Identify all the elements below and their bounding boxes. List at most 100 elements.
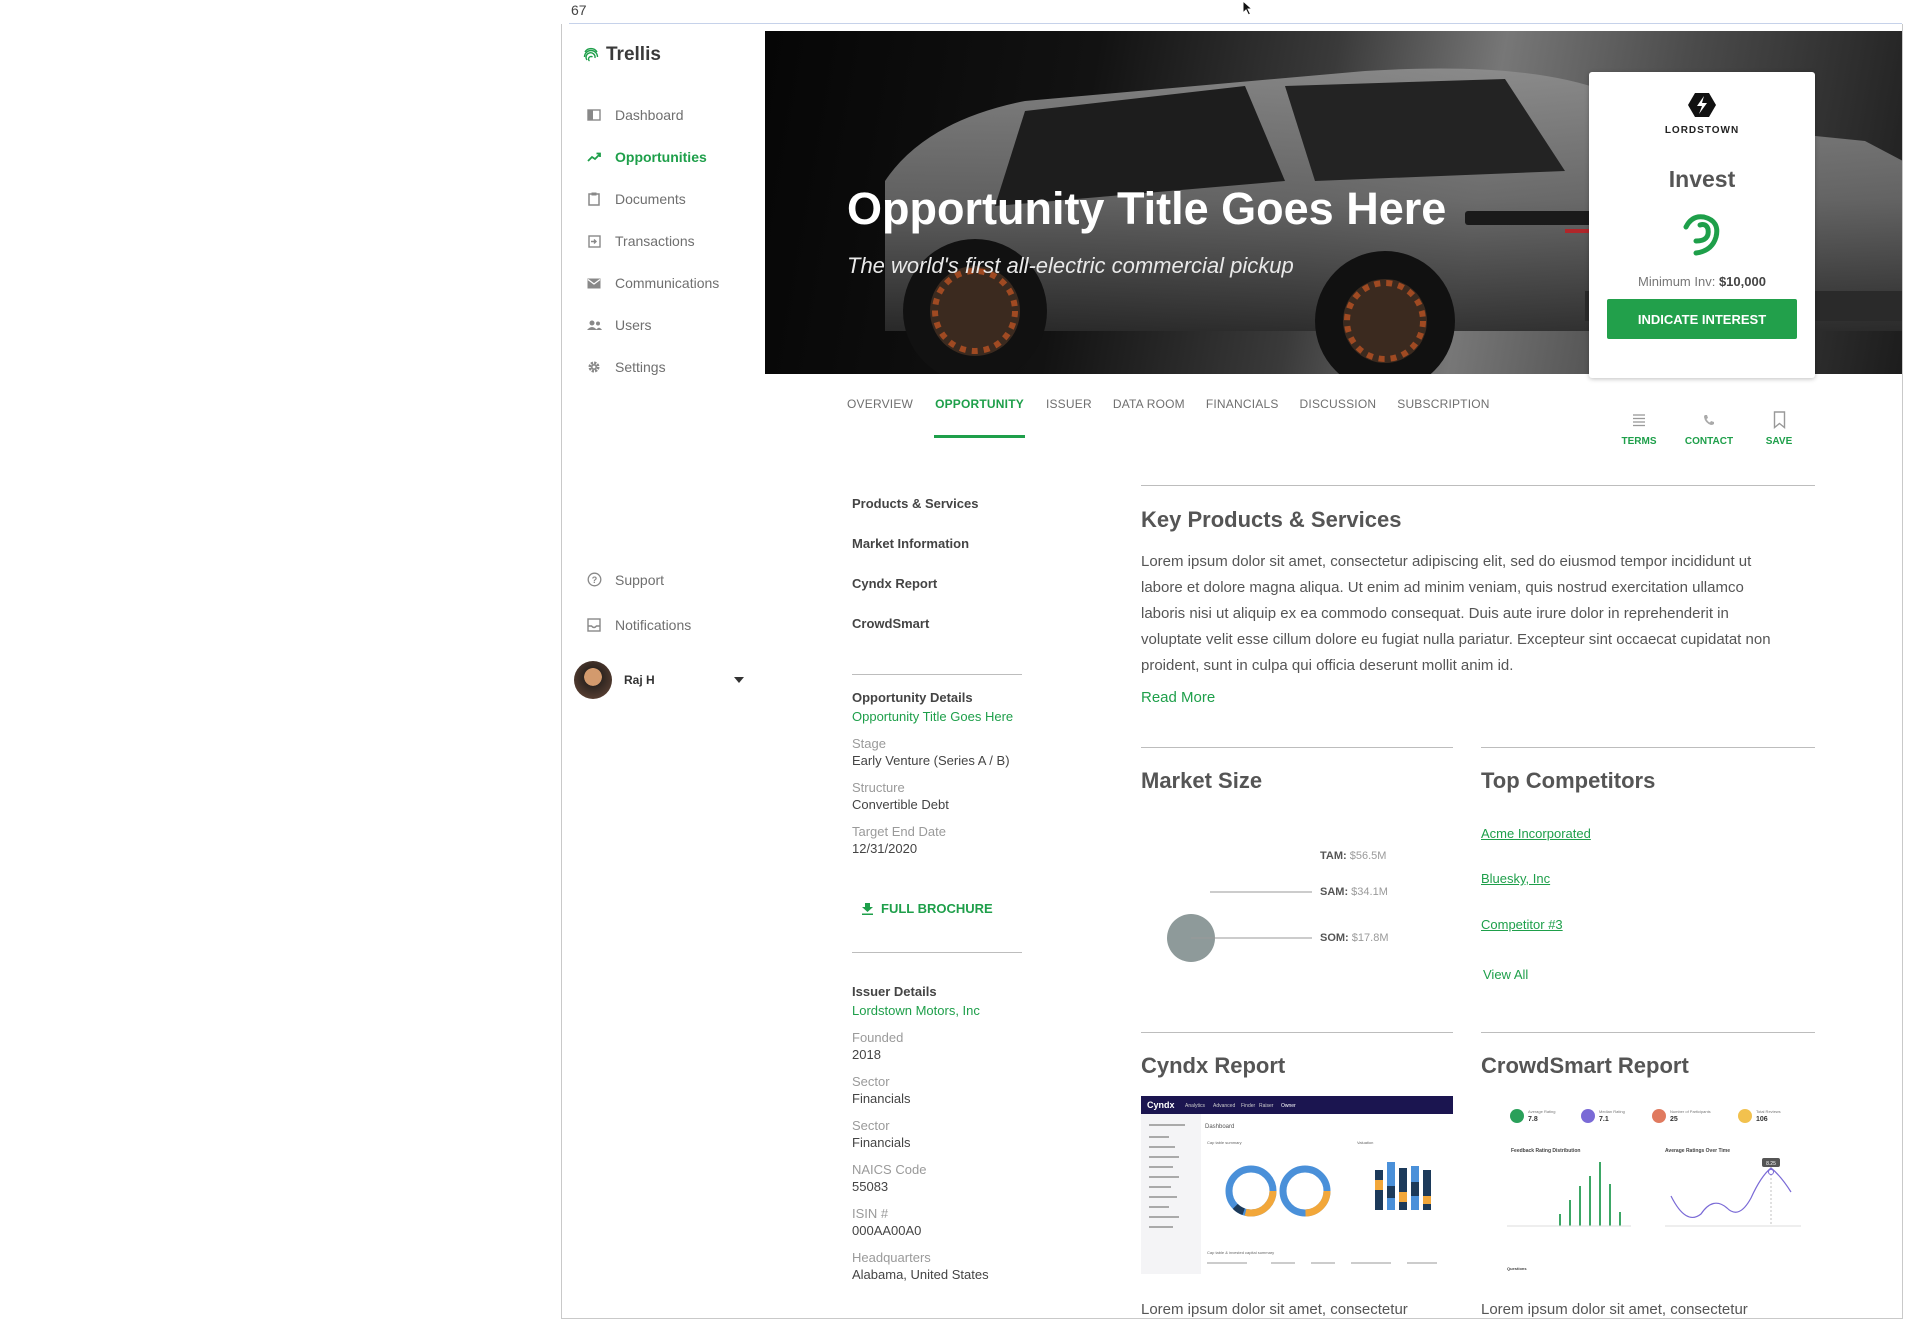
sidebar-item-settings[interactable]: Settings: [586, 346, 719, 388]
trending-up-icon: [586, 149, 602, 165]
sidebar-item-transactions[interactable]: Transactions: [586, 220, 719, 262]
som-key: SOM:: [1320, 932, 1349, 944]
crowdsmart-stat-value: 106: [1756, 1116, 1768, 1123]
sector-label: Sector: [852, 1074, 890, 1089]
save-button[interactable]: SAVE: [1744, 409, 1814, 447]
sidebar-nav: Dashboard Opportunities Documents Transa…: [586, 94, 719, 388]
contact-button[interactable]: CONTACT: [1674, 409, 1744, 447]
help-circle-icon: ?: [586, 572, 602, 588]
save-label: SAVE: [1765, 436, 1793, 447]
sidebar-item-opportunities[interactable]: Opportunities: [586, 136, 719, 178]
user-menu[interactable]: Raj H: [574, 660, 744, 700]
structure-label: Structure: [852, 780, 905, 795]
cyndx-report-title: Cyndx Report: [1141, 1053, 1286, 1078]
crowdsmart-report-thumbnail[interactable]: Average Rating 7.8 Median Rating 7.1 Num…: [1481, 1096, 1815, 1274]
inbox-icon: [586, 617, 602, 633]
sidebar-item-support[interactable]: ? Support: [586, 557, 691, 602]
founded-label: Founded: [852, 1030, 904, 1045]
invest-title: Invest: [1668, 166, 1736, 192]
sidebar-item-users[interactable]: Users: [586, 304, 719, 346]
phone-icon: [1704, 415, 1714, 425]
sector-label-2: Sector: [852, 1118, 890, 1133]
subnav-products-services[interactable]: Products & Services: [852, 496, 978, 536]
tab-data-room[interactable]: DATA ROOM: [1113, 397, 1185, 435]
sector-value: Financials: [852, 1091, 911, 1106]
tab-discussion[interactable]: DISCUSSION: [1300, 397, 1377, 435]
market-size-title: Market Size: [1141, 768, 1263, 793]
crowdsmart-stat-value: 7.8: [1528, 1116, 1538, 1123]
terms-label: TERMS: [1621, 436, 1657, 447]
minimum-investment: Minimum Inv: $10,000: [1589, 274, 1815, 289]
sidebar-item-documents[interactable]: Documents: [586, 178, 719, 220]
tam-value: $56.5M: [1349, 850, 1387, 862]
sidebar-item-label: Support: [615, 571, 665, 588]
exit-to-app-icon: [586, 233, 602, 249]
som-value: $17.8M: [1351, 932, 1389, 944]
cyndx-panel-title: Cap table summary: [1207, 1140, 1242, 1145]
cyndx-footer-title: Cap table & invested capital summary: [1207, 1250, 1274, 1255]
subnav-crowdsmart[interactable]: CrowdSmart: [852, 616, 978, 656]
tab-financials[interactable]: FINANCIALS: [1206, 397, 1279, 435]
stage-value: Early Venture (Series A / B): [852, 753, 1010, 768]
tab-issuer[interactable]: ISSUER: [1046, 397, 1092, 435]
sidebar-item-label: Notifications: [615, 616, 692, 633]
bookmark-icon: [1773, 411, 1785, 429]
competitor-link[interactable]: Acme Incorporated: [1481, 826, 1591, 841]
target-end-date-value: 12/31/2020: [852, 841, 918, 856]
cyndx-menu-item: Owner: [1281, 1103, 1296, 1109]
crowdsmart-chart-badge: 8.25: [1766, 1161, 1776, 1167]
view-all-competitors-link[interactable]: View All: [1483, 967, 1528, 982]
full-brochure-link[interactable]: FULL BROCHURE: [862, 901, 993, 916]
crowdsmart-footer-title: Questions: [1507, 1266, 1527, 1271]
read-more-link[interactable]: Read More: [1141, 689, 1215, 706]
headquarters-value: Alabama, United States: [852, 1267, 989, 1282]
divider: [852, 674, 1022, 675]
sidebar-secondary-nav: ? Support Notifications: [586, 557, 691, 647]
clipboard-icon: [586, 191, 602, 207]
gear-icon: [586, 359, 602, 375]
isin-label: ISIN #: [852, 1206, 889, 1221]
market-size-chart: [1167, 891, 1312, 962]
page-actions: TERMS CONTACT SAVE: [1604, 409, 1814, 447]
sidebar-item-label: Dashboard: [615, 107, 684, 123]
people-icon: [586, 317, 602, 333]
issuer-link[interactable]: Lordstown Motors, Inc: [852, 1003, 989, 1018]
crowdsmart-report-title: CrowdSmart Report: [1481, 1053, 1689, 1078]
cyndx-report-thumbnail[interactable]: Cyndx Analytics Advanced Finder Raiser O…: [1141, 1096, 1453, 1274]
avatar: [574, 661, 612, 699]
mouse-cursor-icon: [1242, 0, 1254, 16]
app-window: Trellis Dashboard Opportunities Document…: [561, 24, 1903, 1319]
tab-subscription[interactable]: SUBSCRIPTION: [1397, 397, 1489, 435]
tab-overview[interactable]: OVERVIEW: [847, 397, 913, 435]
sidebar-item-label: Communications: [615, 275, 720, 291]
minimum-investment-label: Minimum Inv:: [1638, 274, 1716, 289]
subnav-market-information[interactable]: Market Information: [852, 536, 978, 576]
opportunity-title-link[interactable]: Opportunity Title Goes Here: [852, 709, 1013, 724]
target-end-date-label: Target End Date: [852, 824, 946, 839]
sidebar-item-dashboard[interactable]: Dashboard: [586, 94, 719, 136]
indicate-interest-button[interactable]: INDICATE INTEREST: [1607, 299, 1797, 339]
key-products-title: Key Products & Services: [1141, 507, 1402, 532]
crowdsmart-stat-label: Median Rating: [1599, 1109, 1625, 1114]
caret-down-icon[interactable]: [734, 677, 744, 683]
opportunity-details: Opportunity Details Opportunity Title Go…: [852, 690, 1013, 856]
tab-opportunity[interactable]: OPPORTUNITY: [934, 397, 1025, 438]
crowdsmart-stat-value: 7.1: [1599, 1116, 1609, 1123]
competitor-link[interactable]: Competitor #3: [1481, 917, 1563, 932]
crowdsmart-stat-label: Number of Participants: [1670, 1109, 1711, 1114]
divider: [1141, 1032, 1453, 1033]
cyndx-report-teaser: Lorem ipsum dolor sit amet, consectetur: [1141, 1301, 1408, 1318]
brand-logo[interactable]: Trellis: [582, 44, 661, 66]
crowdsmart-chart-title: Average Ratings Over Time: [1665, 1148, 1730, 1154]
top-competitors-title: Top Competitors: [1481, 768, 1656, 793]
competitor-link[interactable]: Bluesky, Inc: [1481, 871, 1550, 886]
founded-value: 2018: [852, 1047, 881, 1062]
brand-name: Trellis: [606, 44, 661, 65]
download-icon: [862, 902, 873, 915]
contact-label: CONTACT: [1684, 436, 1734, 447]
subnav-cyndx-report[interactable]: Cyndx Report: [852, 576, 978, 616]
sidebar-item-notifications[interactable]: Notifications: [586, 602, 691, 647]
company-logo-text: LORDSTOWN: [1664, 125, 1740, 136]
sidebar-item-communications[interactable]: Communications: [586, 262, 719, 304]
terms-button[interactable]: TERMS: [1604, 409, 1674, 447]
